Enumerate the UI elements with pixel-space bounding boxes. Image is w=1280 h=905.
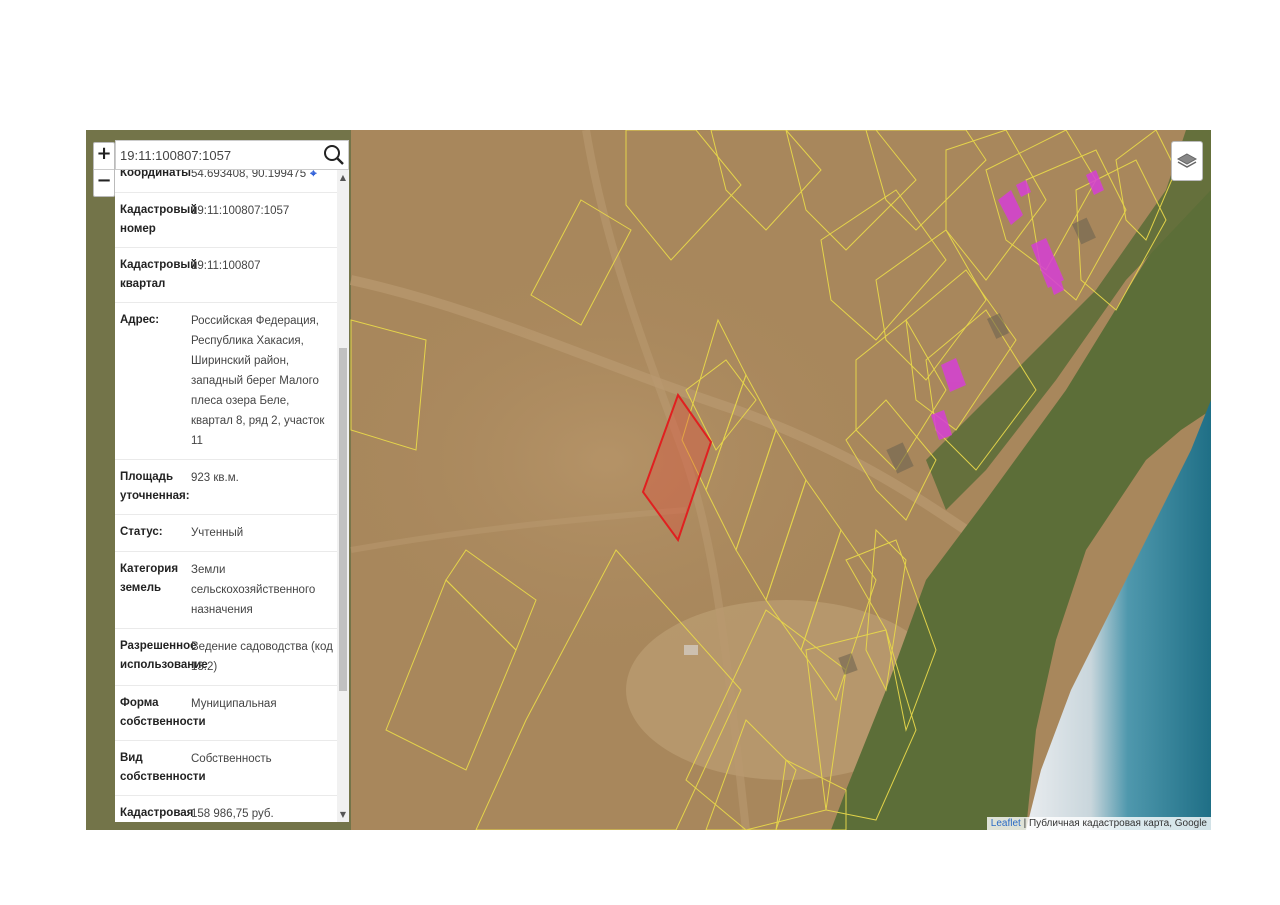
zoom-in-button[interactable]: + [94, 143, 114, 169]
info-value: 923 кв.м. [191, 468, 333, 506]
info-value-text: Земли сельскохозяйственного назначения [191, 564, 316, 616]
info-key: Категория земель [120, 563, 179, 594]
info-key: Форма собственности [120, 697, 206, 728]
info-row: Координаты 54.693408, 90.199475 ⌖ [115, 170, 337, 193]
info-row: Кадастровый квартал 19:11:100807 [115, 248, 337, 303]
info-value-text: 19:11:100807 [191, 260, 261, 272]
info-key: Разрешенное использование [120, 640, 208, 671]
magnifier-icon[interactable] [320, 141, 348, 169]
info-value-text: Собственность [191, 753, 272, 765]
info-value: Ведение садоводства (код 13.2) [191, 637, 333, 677]
scroll-up-arrow-icon[interactable]: ▲ [337, 173, 349, 182]
info-value: Учтенный [191, 523, 333, 543]
info-row: Категория земель Земли сельскохозяйственн… [115, 552, 337, 629]
search-input[interactable] [116, 142, 320, 168]
info-key: Кадастровый номер [120, 204, 198, 235]
info-key: Вид собственности [120, 752, 206, 783]
info-row: Разрешенное использование Ведение садовод… [115, 629, 337, 686]
info-key: Кадастровая стоимость [120, 807, 194, 819]
info-value-text: 923 кв.м. [191, 472, 239, 484]
info-value-text: Учтенный [191, 527, 244, 539]
info-row: Кадастровая стоимость158 986,75 руб. [115, 796, 337, 822]
info-key: Площадь уточненная: [120, 471, 190, 502]
scroll-down-arrow-icon[interactable]: ▼ [337, 810, 349, 819]
leaflet-link[interactable]: Leaflet [991, 818, 1021, 829]
info-key: Координаты [120, 170, 191, 179]
info-value-text: 54.693408, 90.199475 [191, 170, 307, 180]
info-key: Кадастровый квартал [120, 259, 198, 290]
info-row: Статус: Учтенный [115, 515, 337, 552]
search-bar [115, 140, 349, 170]
info-value: 158 986,75 руб. [191, 804, 333, 822]
info-value: 54.693408, 90.199475 ⌖ [191, 170, 333, 184]
info-value-text: Муниципальная [191, 698, 277, 710]
info-value-text: 158 986,75 руб. [191, 808, 274, 820]
info-value-text: 19:11:100807:1057 [191, 205, 290, 217]
info-value: Земли сельскохозяйственного назначения [191, 560, 333, 620]
info-row: Вид собственности Собственность [115, 741, 337, 796]
info-value: Муниципальная [191, 694, 333, 732]
info-value: Собственность [191, 749, 333, 787]
zoom-control: + − [93, 142, 115, 197]
info-row: Площадь уточненная: 923 кв.м. [115, 460, 337, 515]
map-attribution: Leaflet | Публичная кадастровая карта, G… [986, 817, 1211, 830]
info-value-text: Российская Федерация, Республика Хакасия… [191, 315, 325, 447]
map-pin-icon[interactable]: ⌖ [310, 170, 316, 180]
parcel-info-panel[interactable]: Координаты 54.693408, 90.199475 ⌖ Кадастров… [115, 170, 349, 822]
info-row: Адрес: Российская Федерация, Республика Х… [115, 303, 337, 460]
info-key: Адрес: [120, 314, 160, 326]
layers-icon[interactable] [1171, 141, 1203, 181]
scrollbar-thumb[interactable] [339, 348, 347, 691]
zoom-out-button[interactable]: − [94, 169, 114, 196]
info-rows: Координаты 54.693408, 90.199475 ⌖ Кадастров… [115, 170, 337, 822]
info-row: Кадастровый номер 19:11:100807:1057 [115, 193, 337, 248]
info-value: 19:11:100807:1057 [191, 201, 333, 239]
info-value: Российская Федерация, Республика Хакасия… [191, 311, 333, 451]
info-value-text: Ведение садоводства (код 13.2) [191, 641, 333, 673]
info-row: Форма собственности Муниципальная [115, 686, 337, 741]
info-value: 19:11:100807 [191, 256, 333, 294]
scrollbar[interactable]: ▲ ▼ [337, 170, 349, 822]
info-key: Статус: [120, 526, 163, 538]
attribution-text: | Публичная кадастровая карта, Google [1020, 818, 1207, 829]
map-view[interactable]: + − Координаты54.693408, 90.199475⌖Кадас… [86, 130, 1211, 830]
